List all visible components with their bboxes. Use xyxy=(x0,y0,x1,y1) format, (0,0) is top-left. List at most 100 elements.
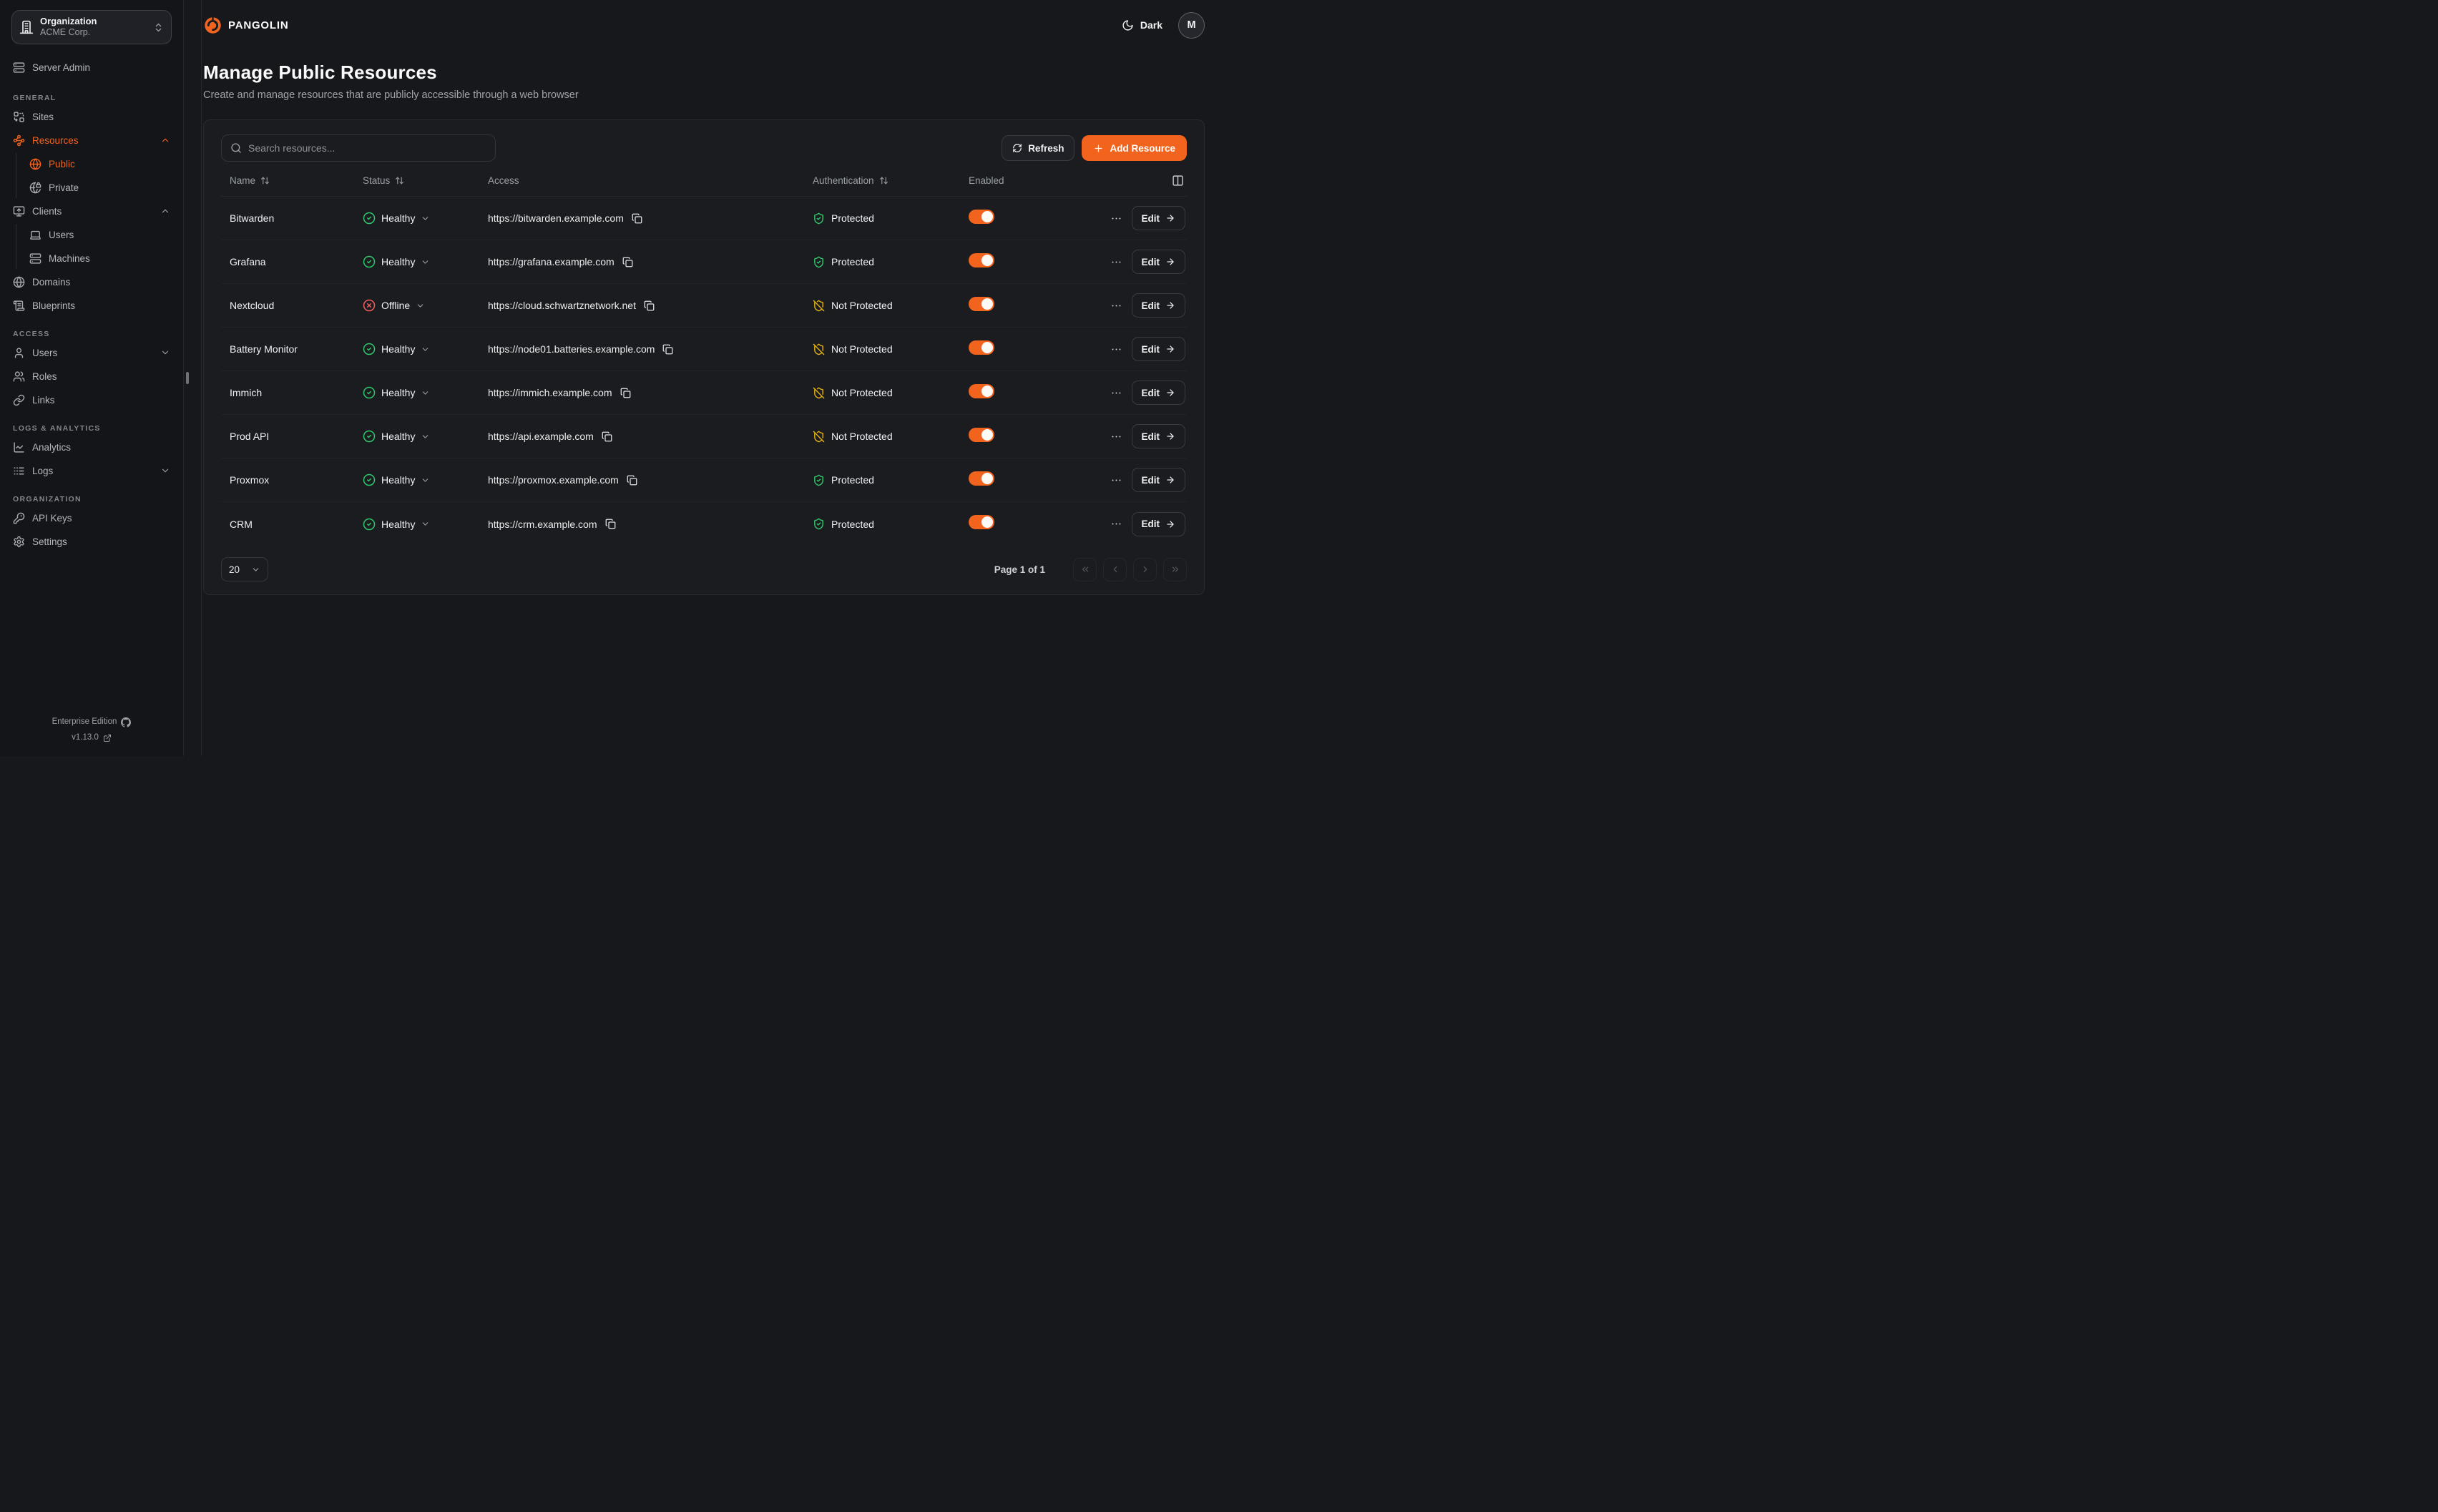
copy-url-button[interactable] xyxy=(602,431,612,442)
row-menu-button[interactable] xyxy=(1110,300,1122,312)
resource-name: Immich xyxy=(230,387,363,398)
page-subtitle: Create and manage resources that are pub… xyxy=(203,89,1205,101)
enabled-toggle[interactable] xyxy=(969,210,994,224)
copy-icon xyxy=(644,300,655,311)
first-page-button[interactable] xyxy=(1073,558,1097,581)
sidebar-scrollbar[interactable] xyxy=(186,372,189,384)
copy-url-button[interactable] xyxy=(620,388,631,398)
resource-name: Prod API xyxy=(230,431,363,442)
avatar[interactable]: M xyxy=(1178,12,1205,39)
page-size-select[interactable]: 20 xyxy=(221,557,268,581)
status-badge[interactable]: Healthy xyxy=(363,255,488,268)
sidebar-item-logs[interactable]: Logs xyxy=(7,460,176,481)
ellipsis-icon xyxy=(1110,518,1122,530)
sidebar-item-clients[interactable]: Clients xyxy=(7,200,176,222)
sidebar-item-machines[interactable]: Machines xyxy=(16,247,176,269)
sidebar-item-settings[interactable]: Settings xyxy=(7,531,176,552)
arrow-right-icon xyxy=(1165,519,1175,529)
sidebar-item-domains[interactable]: Domains xyxy=(7,271,176,293)
edit-button[interactable]: Edit xyxy=(1132,512,1186,536)
sidebar-item-sites[interactable]: Sites xyxy=(7,106,176,127)
enabled-toggle[interactable] xyxy=(969,515,994,529)
brand-name: PANGOLIN xyxy=(228,19,288,31)
logs-icon xyxy=(13,465,25,477)
arrow-right-icon xyxy=(1165,431,1175,441)
copy-url-button[interactable] xyxy=(605,519,616,529)
circle-x-icon xyxy=(363,299,376,312)
edit-button[interactable]: Edit xyxy=(1132,468,1186,492)
table-body: Bitwarden Healthy https://bitwarden.exam… xyxy=(221,197,1187,546)
sidebar-item-users[interactable]: Users xyxy=(7,342,176,363)
column-header-name[interactable]: Name xyxy=(230,175,363,186)
version-label[interactable]: v1.13.0 xyxy=(72,730,99,746)
user-icon xyxy=(13,347,25,359)
waypoints-icon xyxy=(13,134,25,147)
edit-button[interactable]: Edit xyxy=(1132,424,1186,448)
edit-button[interactable]: Edit xyxy=(1132,337,1186,361)
enabled-toggle[interactable] xyxy=(969,253,994,267)
status-badge[interactable]: Healthy xyxy=(363,518,488,531)
sidebar-item-blueprints[interactable]: Blueprints xyxy=(7,295,176,316)
copy-url-button[interactable] xyxy=(632,213,642,224)
enabled-toggle[interactable] xyxy=(969,340,994,355)
monitor-up-icon xyxy=(13,205,25,217)
status-badge[interactable]: Healthy xyxy=(363,430,488,443)
sidebar-nav: GENERALSitesResourcesPublicPrivateClient… xyxy=(0,80,183,554)
edit-button[interactable]: Edit xyxy=(1132,293,1186,318)
edit-button[interactable]: Edit xyxy=(1132,381,1186,405)
enabled-toggle[interactable] xyxy=(969,471,994,486)
status-badge[interactable]: Healthy xyxy=(363,386,488,399)
sidebar-item-private[interactable]: Private xyxy=(16,177,176,198)
status-badge[interactable]: Healthy xyxy=(363,212,488,225)
users-icon xyxy=(13,370,25,383)
row-menu-button[interactable] xyxy=(1110,431,1122,443)
sidebar-item-users[interactable]: Users xyxy=(16,224,176,245)
status-badge[interactable]: Healthy xyxy=(363,343,488,355)
org-selector[interactable]: Organization ACME Corp. xyxy=(11,10,172,44)
external-link-icon[interactable] xyxy=(103,734,112,742)
column-header-authentication[interactable]: Authentication xyxy=(813,175,969,186)
edit-button[interactable]: Edit xyxy=(1132,250,1186,274)
row-menu-button[interactable] xyxy=(1110,343,1122,355)
status-badge[interactable]: Offline xyxy=(363,299,488,312)
enabled-toggle[interactable] xyxy=(969,428,994,442)
resource-access: https://api.example.com xyxy=(488,431,813,442)
next-page-button[interactable] xyxy=(1133,558,1157,581)
add-resource-button[interactable]: Add Resource xyxy=(1082,135,1187,161)
refresh-button[interactable]: Refresh xyxy=(1002,135,1074,161)
ellipsis-icon xyxy=(1110,212,1122,225)
sidebar-item-analytics[interactable]: Analytics xyxy=(7,436,176,458)
enabled-toggle[interactable] xyxy=(969,297,994,311)
column-settings-button[interactable] xyxy=(1172,175,1184,187)
row-menu-button[interactable] xyxy=(1110,474,1122,486)
copy-url-button[interactable] xyxy=(627,475,637,486)
status-badge[interactable]: Healthy xyxy=(363,473,488,486)
enabled-toggle[interactable] xyxy=(969,384,994,398)
brand: PANGOLIN xyxy=(203,16,288,35)
copy-url-button[interactable] xyxy=(622,257,633,267)
row-menu-button[interactable] xyxy=(1110,518,1122,530)
theme-toggle-button[interactable]: Dark xyxy=(1122,19,1162,31)
sidebar-item-api-keys[interactable]: API Keys xyxy=(7,507,176,529)
prev-page-button[interactable] xyxy=(1103,558,1127,581)
sidebar-item-resources[interactable]: Resources xyxy=(7,129,176,151)
sidebar-item-roles[interactable]: Roles xyxy=(7,365,176,387)
sidebar-item-server-admin[interactable]: Server Admin xyxy=(7,57,176,78)
copy-url-button[interactable] xyxy=(644,300,655,311)
sidebar-item-public[interactable]: Public xyxy=(16,153,176,175)
row-menu-button[interactable] xyxy=(1110,387,1122,399)
circle-check-icon xyxy=(363,473,376,486)
edit-button[interactable]: Edit xyxy=(1132,206,1186,230)
search-input[interactable] xyxy=(248,142,486,154)
row-menu-button[interactable] xyxy=(1110,212,1122,225)
column-header-status[interactable]: Status xyxy=(363,175,488,186)
ellipsis-icon xyxy=(1110,387,1122,399)
last-page-button[interactable] xyxy=(1163,558,1187,581)
sidebar-item-links[interactable]: Links xyxy=(7,389,176,411)
row-menu-button[interactable] xyxy=(1110,256,1122,268)
github-icon[interactable] xyxy=(121,717,131,727)
shield-off-icon xyxy=(813,387,825,399)
copy-url-button[interactable] xyxy=(662,344,673,355)
table-row: Bitwarden Healthy https://bitwarden.exam… xyxy=(221,197,1187,240)
subtree-clients: UsersMachines xyxy=(16,224,183,269)
